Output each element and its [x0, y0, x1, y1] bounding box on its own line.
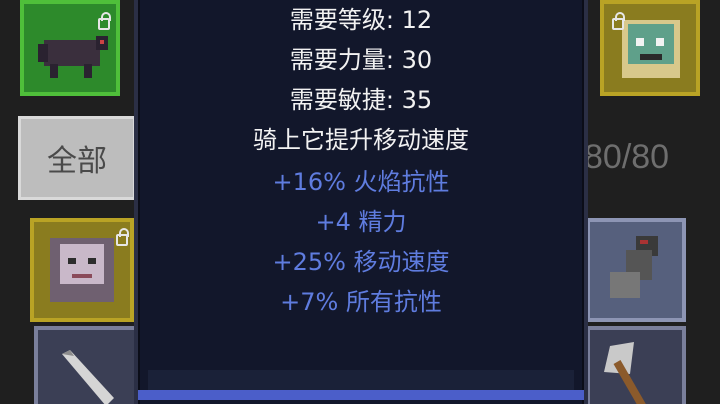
item-slot-sword[interactable] [34, 326, 138, 404]
skull-pet-icon [622, 20, 680, 78]
bonus-fire-resistance: +16% 火焰抗性 [272, 168, 450, 196]
lock-icon [98, 12, 111, 30]
item-slot-axe[interactable] [586, 326, 686, 404]
item-slot-skull-pet[interactable] [600, 0, 700, 96]
filter-tab-label: 全部 [47, 145, 107, 178]
bonus-move-speed: +25% 移动速度 [272, 248, 450, 276]
tooltip-bottom-border [138, 390, 584, 400]
mount-beast-icon [38, 36, 108, 78]
bonus-energy: +4 精力 [315, 208, 407, 236]
requirement-dexterity: 需要敏捷: 35 [289, 86, 433, 114]
portrait-item-icon [50, 238, 114, 302]
armored-glove-icon [610, 236, 658, 298]
filter-tab-all[interactable]: 全部 [18, 116, 136, 200]
requirement-level: 需要等级: 12 [289, 6, 433, 34]
item-tooltip: 需要等级: 12 需要力量: 30 需要敏捷: 35 骑上它提升移动速度 +16… [134, 0, 588, 404]
inventory-count: 80/80 [584, 138, 670, 176]
bonus-all-resistance: +7% 所有抗性 [280, 288, 442, 316]
lock-icon [116, 228, 129, 246]
requirement-strength: 需要力量: 30 [289, 46, 433, 74]
axe-icon [604, 342, 651, 404]
item-slot-glove[interactable] [586, 218, 686, 322]
lock-icon [612, 12, 625, 30]
item-description: 骑上它提升移动速度 [253, 126, 469, 154]
item-slot-portrait[interactable] [30, 218, 134, 322]
sword-icon [62, 350, 114, 404]
item-slot-mount-beast[interactable] [20, 0, 120, 96]
